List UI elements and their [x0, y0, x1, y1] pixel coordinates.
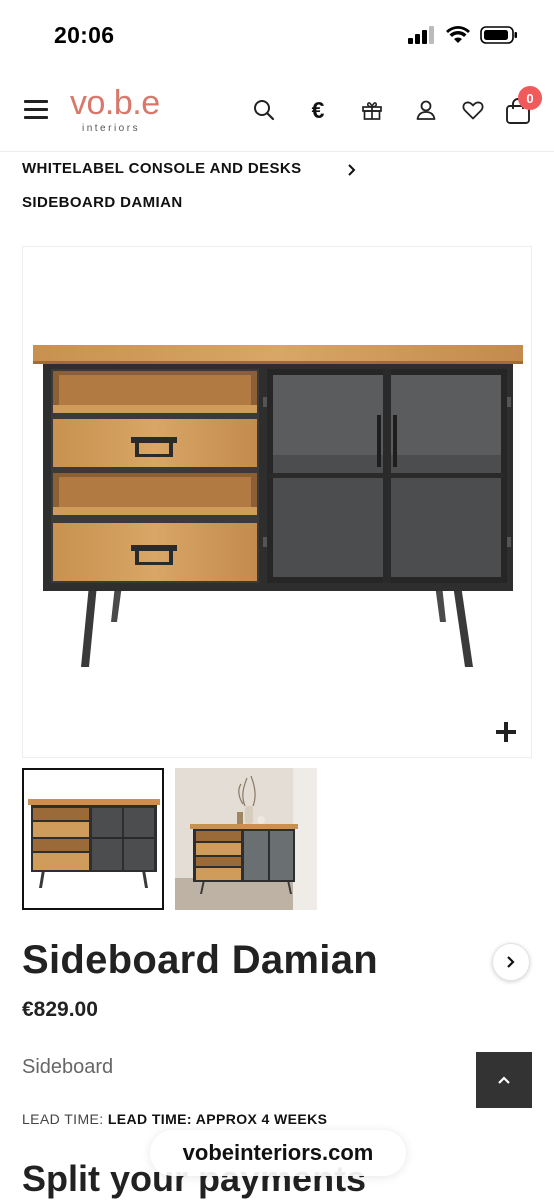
battery-icon	[480, 26, 517, 44]
gift-button[interactable]	[358, 96, 386, 124]
gift-icon	[362, 102, 382, 120]
cart-count-badge: 0	[518, 86, 542, 110]
lead-time-label: LEAD TIME:	[22, 1111, 104, 1127]
account-button[interactable]	[412, 96, 440, 124]
currency-button[interactable]: €	[304, 96, 332, 124]
breadcrumb-link[interactable]: WHITELABEL CONSOLE AND DESKS	[22, 160, 302, 177]
product-thumbnail-2[interactable]	[175, 768, 317, 910]
product-price: €829.00	[22, 998, 98, 1021]
status-time: 20:06	[54, 22, 115, 48]
sideboard-room-thumbnail	[175, 768, 317, 910]
menu-button[interactable]	[24, 100, 48, 120]
zoom-plus-icon[interactable]	[495, 721, 517, 743]
status-bar: 20:06	[0, 0, 554, 70]
search-icon	[254, 100, 275, 121]
chevron-up-icon	[498, 1076, 510, 1084]
logo-text: vo.b.e	[70, 84, 160, 122]
wifi-icon	[446, 26, 470, 43]
signal-icon	[408, 26, 434, 44]
heart-icon	[462, 101, 484, 120]
site-logo[interactable]: vo.b.e interiors	[70, 84, 182, 136]
sideboard-thumbnail	[28, 799, 160, 888]
product-thumbnail-1[interactable]	[22, 768, 164, 910]
user-icon	[416, 100, 436, 120]
browser-url-bar[interactable]: vobeinteriors.com	[150, 1130, 406, 1176]
logo-subtext: interiors	[82, 123, 141, 134]
site-header: vo.b.e interiors € 0	[0, 70, 554, 152]
status-icons	[408, 26, 518, 44]
breadcrumb-current: SIDEBOARD DAMIAN	[22, 194, 183, 211]
product-main-image[interactable]	[22, 246, 532, 758]
chevron-right-icon	[348, 164, 356, 176]
sideboard-illustration	[33, 345, 523, 667]
product-category[interactable]: Sideboard	[22, 1056, 113, 1079]
lead-time-value: LEAD TIME: APPROX 4 WEEKS	[107, 1111, 328, 1127]
scroll-to-top-button[interactable]	[476, 1052, 532, 1108]
wishlist-button[interactable]	[459, 96, 487, 124]
lead-time: LEAD TIME: LEAD TIME: APPROX 4 WEEKS	[22, 1111, 327, 1127]
product-title: Sideboard Damian	[22, 938, 378, 982]
next-product-button[interactable]	[492, 943, 530, 981]
search-button[interactable]	[250, 96, 278, 124]
chevron-right-icon	[507, 956, 515, 968]
